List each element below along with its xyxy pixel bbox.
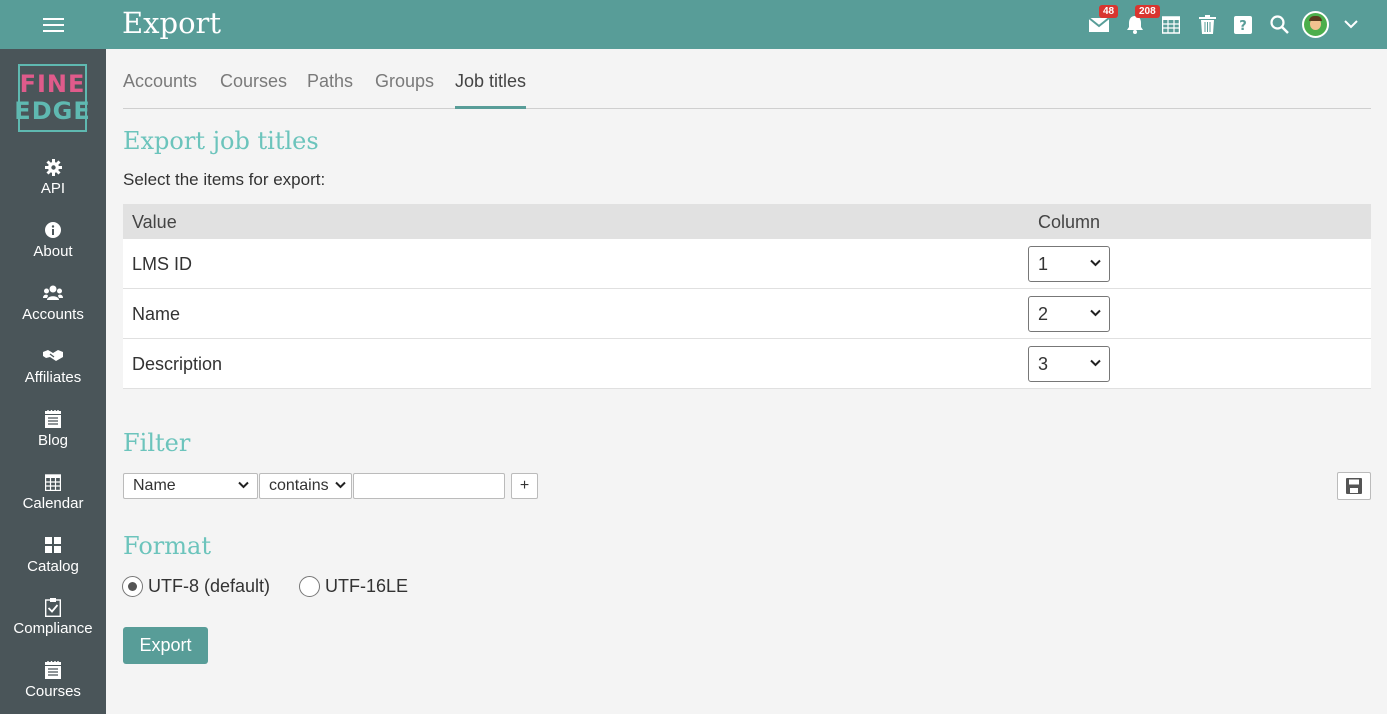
column-select-value: 1 bbox=[1038, 253, 1049, 274]
format-option-label: UTF-16LE bbox=[325, 576, 409, 596]
sidebar-item-courses[interactable]: Courses bbox=[0, 655, 106, 714]
column-select-value: 3 bbox=[1038, 353, 1049, 374]
table-header: Value Column bbox=[123, 204, 1371, 239]
filter-heading: Filter bbox=[123, 429, 191, 457]
filter-operator-value: contains bbox=[269, 477, 329, 494]
trash-button[interactable] bbox=[1189, 0, 1225, 49]
sidebar-item-label: About bbox=[33, 243, 73, 260]
column-select-value: 2 bbox=[1038, 303, 1049, 324]
notepad-icon bbox=[45, 661, 61, 679]
search-button[interactable] bbox=[1261, 0, 1297, 49]
grid-icon bbox=[45, 537, 61, 553]
chevron-down-icon bbox=[238, 481, 249, 489]
column-select[interactable]: 2 bbox=[1028, 296, 1110, 332]
format-option-utf16le[interactable]: UTF-16LE bbox=[299, 576, 408, 597]
export-instruction: Select the items for export: bbox=[123, 170, 326, 189]
gear-icon bbox=[44, 158, 62, 176]
value-column-header: Value bbox=[132, 212, 177, 232]
save-filter-button[interactable] bbox=[1337, 472, 1371, 500]
sidebar-item-accounts[interactable]: Accounts bbox=[0, 278, 106, 338]
sidebar-item-compliance[interactable]: Compliance bbox=[0, 592, 106, 652]
clipboard-check-icon bbox=[45, 597, 61, 617]
add-filter-button[interactable]: + bbox=[511, 473, 538, 499]
export-heading: Export job titles bbox=[123, 127, 319, 155]
top-bar: Export 48 208 ? bbox=[0, 0, 1387, 49]
chevron-down-icon bbox=[1344, 20, 1358, 29]
radio-button[interactable] bbox=[122, 576, 143, 597]
format-option-label: UTF-8 (default) bbox=[148, 576, 271, 596]
sidebar-item-about[interactable]: About bbox=[0, 215, 106, 275]
chevron-down-icon bbox=[1090, 259, 1101, 267]
sidebar-item-label: API bbox=[40, 180, 66, 197]
column-select[interactable]: 1 bbox=[1028, 246, 1110, 282]
table-row: Description 3 bbox=[123, 339, 1371, 389]
export-tabs: Accounts Courses Paths Groups Job titles bbox=[123, 49, 1371, 109]
filter-field-select[interactable]: Name bbox=[123, 473, 258, 499]
tab-courses[interactable]: Courses bbox=[220, 71, 287, 106]
chevron-down-icon bbox=[335, 481, 346, 489]
notifications-button[interactable]: 208 bbox=[1117, 0, 1160, 49]
tab-job-titles[interactable]: Job titles bbox=[455, 71, 527, 109]
svg-text:?: ? bbox=[1239, 19, 1247, 34]
tab-paths[interactable]: Paths bbox=[307, 71, 353, 106]
users-icon bbox=[43, 285, 63, 300]
chevron-down-icon bbox=[1090, 309, 1101, 317]
row-value-label: Name bbox=[132, 304, 181, 324]
filter-field-value: Name bbox=[133, 477, 176, 494]
calendar-icon bbox=[45, 473, 61, 491]
sidebar-item-blog[interactable]: Blog bbox=[0, 404, 106, 464]
header-toolbar: 48 208 ? bbox=[1081, 0, 1369, 49]
help-icon: ? bbox=[1234, 15, 1252, 34]
table-row: Name 2 bbox=[123, 289, 1371, 339]
sidebar-item-label: Affiliates bbox=[24, 369, 82, 386]
search-icon bbox=[1269, 15, 1289, 34]
handshake-icon bbox=[43, 350, 63, 361]
format-heading: Format bbox=[123, 532, 211, 560]
sidebar-item-label: Compliance bbox=[13, 620, 93, 637]
sidebar-item-catalog[interactable]: Catalog bbox=[0, 530, 106, 590]
filter-value-input[interactable] bbox=[353, 473, 505, 499]
row-value-label: LMS ID bbox=[132, 254, 193, 274]
row-value-label: Description bbox=[132, 354, 223, 374]
export-button[interactable]: Export bbox=[123, 627, 208, 664]
sidebar: FINE EDGE API About Accounts Affiliates … bbox=[0, 49, 106, 714]
filter-operator-select[interactable]: contains bbox=[259, 473, 352, 499]
menu-icon bbox=[42, 17, 64, 33]
info-icon bbox=[45, 222, 61, 238]
logo-line2: EDGE bbox=[14, 97, 91, 125]
user-menu-button[interactable] bbox=[1297, 0, 1333, 49]
menu-button[interactable] bbox=[0, 0, 106, 49]
table-row: LMS ID 1 bbox=[123, 239, 1371, 289]
avatar bbox=[1301, 11, 1329, 38]
messages-button[interactable]: 48 bbox=[1081, 0, 1119, 49]
sidebar-item-label: Catalog bbox=[27, 558, 79, 575]
user-menu-toggle[interactable] bbox=[1333, 0, 1369, 49]
logo[interactable]: FINE EDGE bbox=[14, 64, 90, 132]
tab-groups[interactable]: Groups bbox=[375, 71, 434, 106]
page-title: Export bbox=[122, 6, 222, 40]
column-column-header: Column bbox=[1038, 212, 1101, 232]
export-fields-table: Value Column LMS ID 1 Name 2 Description… bbox=[123, 204, 1371, 389]
sidebar-item-affiliates[interactable]: Affiliates bbox=[0, 341, 106, 401]
help-button[interactable]: ? bbox=[1225, 0, 1261, 49]
envelope-icon bbox=[1089, 16, 1109, 32]
messages-badge: 48 bbox=[1099, 5, 1119, 18]
logo-line1: FINE bbox=[19, 70, 86, 98]
sidebar-item-label: Courses bbox=[25, 683, 81, 700]
sidebar-item-label: Calendar bbox=[22, 495, 84, 512]
sidebar-item-api[interactable]: API bbox=[0, 152, 106, 212]
calendar-icon bbox=[1162, 16, 1180, 34]
floppy-disk-icon bbox=[1346, 478, 1362, 494]
chevron-down-icon bbox=[1090, 359, 1101, 367]
format-option-utf8[interactable]: UTF-8 (default) bbox=[122, 576, 270, 597]
tab-accounts[interactable]: Accounts bbox=[123, 71, 197, 106]
radio-button[interactable] bbox=[299, 576, 320, 597]
sidebar-item-label: Blog bbox=[37, 432, 69, 449]
notepad-icon bbox=[45, 410, 61, 428]
column-select[interactable]: 3 bbox=[1028, 346, 1110, 382]
sidebar-item-calendar[interactable]: Calendar bbox=[0, 467, 106, 527]
calendar-button[interactable] bbox=[1153, 0, 1189, 49]
trash-icon bbox=[1198, 15, 1216, 34]
sidebar-item-label: Accounts bbox=[22, 306, 84, 323]
